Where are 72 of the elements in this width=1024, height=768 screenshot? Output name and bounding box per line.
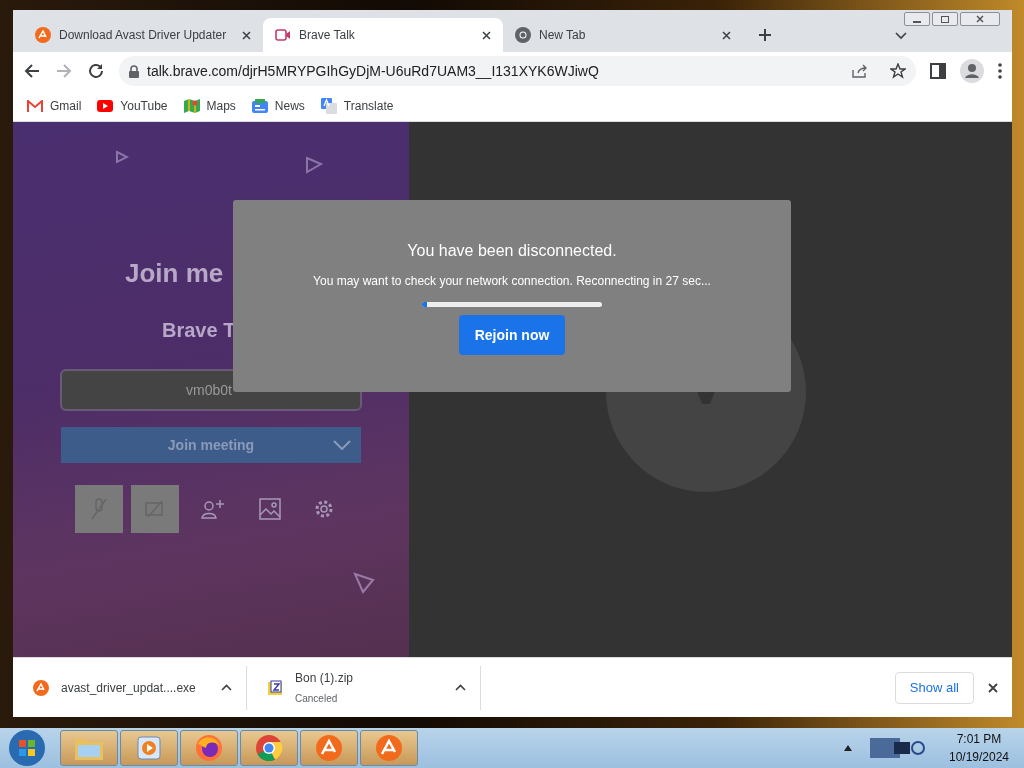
tray-arrow-icon[interactable]	[844, 745, 852, 751]
clock-time: 7:01 PM	[956, 731, 1002, 748]
image-icon[interactable]	[259, 498, 281, 520]
reload-icon[interactable]	[87, 62, 105, 80]
download-status: Canceled	[295, 692, 339, 706]
zip-file-icon	[267, 679, 283, 696]
star-icon[interactable]	[890, 63, 906, 79]
taskbar-app-button[interactable]	[120, 730, 178, 766]
close-icon	[976, 15, 984, 23]
close-icon[interactable]	[242, 30, 251, 40]
share-icon[interactable]	[852, 64, 868, 78]
taskbar-app-button[interactable]	[300, 730, 358, 766]
chevron-up-icon[interactable]	[455, 684, 466, 691]
firefox-icon	[195, 734, 223, 762]
avast-icon	[33, 679, 49, 696]
media-player-icon	[136, 735, 162, 761]
menu-icon[interactable]	[998, 63, 1002, 79]
chevron-up-icon[interactable]	[221, 684, 232, 691]
bookmark-link[interactable]: YouTube	[97, 96, 168, 115]
close-icon[interactable]	[722, 30, 731, 40]
side-panel-icon[interactable]	[930, 63, 946, 79]
news-icon	[251, 98, 268, 113]
bookmark-link[interactable]: News	[251, 96, 305, 115]
tab-list-icon[interactable]	[895, 32, 907, 40]
file-name: Bon (1).zip	[295, 670, 355, 687]
lock-icon	[129, 64, 139, 78]
restore-button[interactable]	[932, 12, 958, 26]
url-text: talk.brave.com/djrH5MRYPGIhGyDjM-U6uRd7UAM3__I131XYK6WJiwQ	[147, 61, 599, 81]
tab-title: New Tab	[539, 27, 587, 44]
chrome-icon	[255, 734, 283, 762]
bookmark-link[interactable]: Gmail	[27, 96, 82, 115]
settings-icon[interactable]	[313, 498, 335, 520]
browser-tab[interactable]: Brave Talk	[263, 18, 503, 52]
tab-title: Brave Talk	[299, 27, 356, 44]
bookmark-link[interactable]: Translate	[320, 96, 394, 115]
camera-icon	[275, 29, 291, 41]
avast-icon	[315, 734, 343, 762]
dialog-title: You have been disconnected.	[407, 241, 617, 261]
plus-icon	[758, 28, 772, 42]
rejoin-button[interactable]: Rejoin now	[459, 315, 565, 355]
minimize-button[interactable]	[904, 12, 930, 26]
address-bar[interactable]: talk.brave.com/djrH5MRYPGIhGyDjM-U6uRd7UAM3__I131XYK6WJiwQ	[119, 56, 916, 86]
add-person-icon[interactable]	[201, 498, 225, 520]
mail-icon	[27, 99, 43, 112]
show-all-button[interactable]: Show all	[894, 671, 974, 704]
avast-icon	[35, 27, 51, 43]
start-button[interactable]	[8, 729, 46, 767]
download-item[interactable]: Bon (1).zip Canceled	[247, 665, 481, 710]
file-name: avast_driver_updat....exe	[61, 679, 197, 697]
close-button[interactable]	[960, 12, 1000, 26]
translate-icon	[320, 97, 337, 114]
taskbar-app-button[interactable]	[240, 730, 298, 766]
play-icon	[97, 99, 114, 112]
dialog-message: You may want to check your network connection. Reconnecting in 27 sec...	[313, 273, 711, 290]
triangle-icon	[353, 572, 375, 594]
bookmark-link[interactable]: Maps	[183, 96, 236, 115]
download-item[interactable]: avast_driver_updat....exe	[13, 665, 247, 710]
map-icon	[183, 97, 200, 114]
taskbar-app-button[interactable]	[180, 730, 238, 766]
chevron-down-icon	[333, 440, 351, 450]
clock-date: 10/19/2024	[948, 749, 1010, 766]
chrome-icon	[515, 27, 531, 43]
join-heading: Join me	[125, 258, 224, 288]
triangle-icon	[305, 156, 323, 174]
triangle-icon	[115, 150, 129, 164]
taskbar-app-button[interactable]	[360, 730, 418, 766]
tab-title: Download Avast Driver Updater	[59, 27, 228, 44]
close-icon[interactable]	[482, 30, 491, 40]
back-icon[interactable]	[23, 62, 41, 80]
avast-icon	[375, 734, 403, 762]
close-icon[interactable]	[988, 682, 998, 693]
profile-icon[interactable]	[960, 59, 984, 83]
